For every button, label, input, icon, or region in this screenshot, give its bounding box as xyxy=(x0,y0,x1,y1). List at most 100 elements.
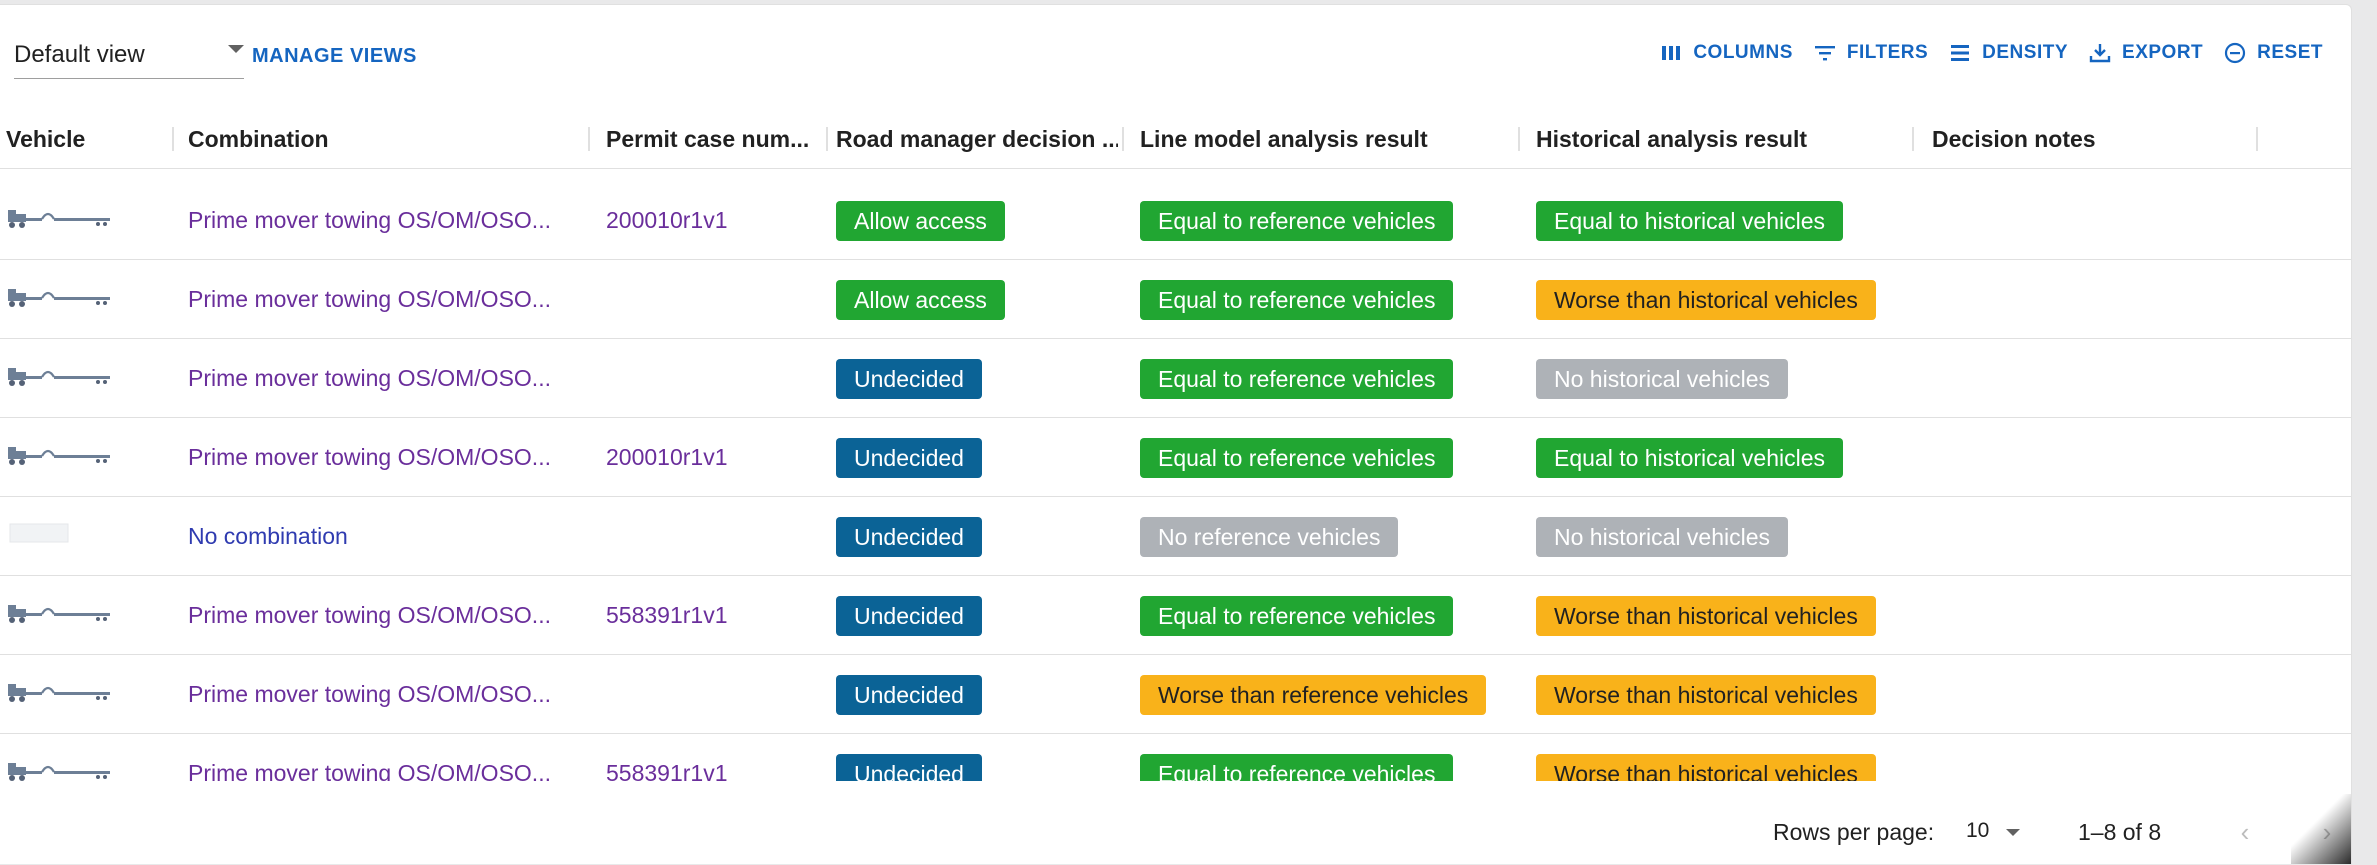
column-header-permit[interactable]: Permit case num... xyxy=(606,109,826,169)
table-row[interactable]: Prime mover towing OS/OM/OSO... 558391r1… xyxy=(0,734,2351,781)
view-select[interactable]: Default view xyxy=(14,31,244,79)
columns-label: COLUMNS xyxy=(1693,42,1793,63)
vehicle-cell xyxy=(6,576,112,655)
filters-label: FILTERS xyxy=(1846,42,1929,63)
line-model-chip: Equal to reference vehicles xyxy=(1140,437,1454,478)
historical-chip: Worse than historical vehicles xyxy=(1536,674,1876,715)
column-header-historical[interactable]: Historical analysis result xyxy=(1536,109,1906,169)
column-header-combination[interactable]: Combination xyxy=(188,109,588,169)
line-model-cell: Equal to reference vehicles xyxy=(1140,576,1454,655)
column-separator[interactable] xyxy=(1912,127,1914,151)
column-separator[interactable] xyxy=(1518,127,1520,151)
table-row[interactable]: Prime mover towing OS/OM/OSO... Undecide… xyxy=(0,655,2351,734)
export-button[interactable]: EXPORT xyxy=(2088,41,2203,65)
table-row[interactable]: Prime mover towing OS/OM/OSO... Undecide… xyxy=(0,339,2351,418)
caret-down-icon[interactable] xyxy=(2006,829,2020,836)
combination-link[interactable]: Prime mover towing OS/OM/OSO... xyxy=(188,207,551,234)
decision-cell: Allow access xyxy=(836,260,1005,339)
decision-chip: Allow access xyxy=(836,200,1005,241)
decision-chip: Undecided xyxy=(836,516,982,557)
column-header-road-manager-decision[interactable]: Road manager decision ... xyxy=(836,109,1118,169)
decision-chip: Undecided xyxy=(836,595,982,636)
combination-link[interactable]: Prime mover towing OS/OM/OSO... xyxy=(188,760,551,781)
historical-cell: Worse than historical vehicles xyxy=(1536,260,1876,339)
columns-icon xyxy=(1662,46,1681,60)
decision-chip: Undecided xyxy=(836,437,982,478)
historical-cell: Equal to historical vehicles xyxy=(1536,181,1844,260)
reset-button[interactable]: RESET xyxy=(2223,41,2323,65)
line-model-chip: No reference vehicles xyxy=(1140,516,1399,557)
column-separator[interactable] xyxy=(2256,127,2258,151)
decision-cell: Undecided xyxy=(836,734,982,781)
combination-cell: Prime mover towing OS/OM/OSO... xyxy=(188,260,551,339)
vehicle-cell xyxy=(6,260,112,339)
combination-link[interactable]: Prime mover towing OS/OM/OSO... xyxy=(188,365,551,392)
combination-link[interactable]: Prime mover towing OS/OM/OSO... xyxy=(188,602,551,629)
historical-chip: Worse than historical vehicles xyxy=(1536,753,1876,781)
column-header-vehicle[interactable]: Vehicle xyxy=(6,109,166,169)
decision-cell: Undecided xyxy=(836,497,982,576)
combination-link[interactable]: Prime mover towing OS/OM/OSO... xyxy=(188,286,551,313)
truck-trailer-icon xyxy=(6,362,112,395)
combination-cell: Prime mover towing OS/OM/OSO... xyxy=(188,734,551,781)
column-separator[interactable] xyxy=(1122,127,1124,151)
density-button[interactable]: DENSITY xyxy=(1948,41,2068,65)
line-model-cell: Equal to reference vehicles xyxy=(1140,734,1454,781)
line-model-cell: Worse than reference vehicles xyxy=(1140,655,1487,734)
combination-cell: No combination xyxy=(188,497,348,576)
toolbar-actions: COLUMNS FILTERS DENSITY EXPORT RESET xyxy=(1659,41,2323,65)
table-row[interactable]: No combination Undecided No reference ve… xyxy=(0,497,2351,576)
combination-link[interactable]: Prime mover towing OS/OM/OSO... xyxy=(188,444,551,471)
view-select-value: Default view xyxy=(14,40,145,68)
pagination-info: 1–8 of 8 xyxy=(2078,819,2162,845)
manage-views-button[interactable]: MANAGE VIEWS xyxy=(252,45,417,68)
line-model-chip: Equal to reference vehicles xyxy=(1140,358,1454,399)
line-model-chip: Equal to reference vehicles xyxy=(1140,200,1454,241)
grid-footer: Rows per page: 10 1–8 of 8 ‹ › xyxy=(0,795,2351,865)
column-separator[interactable] xyxy=(588,127,590,151)
historical-chip: Equal to historical vehicles xyxy=(1536,437,1844,478)
line-model-cell: Equal to reference vehicles xyxy=(1140,418,1454,497)
column-header-decision-notes[interactable]: Decision notes xyxy=(1932,109,2252,169)
historical-chip: Worse than historical vehicles xyxy=(1536,279,1876,320)
table-row[interactable]: Prime mover towing OS/OM/OSO... 558391r1… xyxy=(0,576,2351,655)
rows-per-page-select[interactable]: 10 xyxy=(1966,819,1989,843)
decision-cell: Undecided xyxy=(836,339,982,418)
vehicle-cell xyxy=(6,181,112,260)
line-model-chip: Worse than reference vehicles xyxy=(1140,674,1487,715)
table-row[interactable]: Prime mover towing OS/OM/OSO... 200010r1… xyxy=(0,418,2351,497)
vehicle-cell xyxy=(6,339,112,418)
export-icon xyxy=(2089,44,2111,63)
line-model-chip: Equal to reference vehicles xyxy=(1140,753,1454,781)
combination-link[interactable]: No combination xyxy=(188,523,348,550)
permit-case-link[interactable]: 200010r1v1 xyxy=(606,444,728,471)
decision-chip: Undecided xyxy=(836,674,982,715)
vehicle-cell xyxy=(6,497,112,576)
column-separator[interactable] xyxy=(826,127,828,151)
decision-chip: Undecided xyxy=(836,753,982,781)
permit-cell: 558391r1v1 xyxy=(606,576,728,655)
density-label: DENSITY xyxy=(1982,42,2069,63)
previous-page-button[interactable]: ‹ xyxy=(2230,817,2260,847)
filter-icon xyxy=(1814,46,1835,61)
permit-case-link[interactable]: 558391r1v1 xyxy=(606,760,728,781)
truck-trailer-icon xyxy=(6,204,112,237)
table-row[interactable]: Prime mover towing OS/OM/OSO... 200010r1… xyxy=(0,181,2351,260)
column-separator[interactable] xyxy=(172,127,174,151)
filters-button[interactable]: FILTERS xyxy=(1813,41,1928,65)
vehicle-cell xyxy=(6,418,112,497)
combination-cell: Prime mover towing OS/OM/OSO... xyxy=(188,181,551,260)
truck-trailer-icon xyxy=(6,678,112,711)
window-corner-shadow xyxy=(2291,794,2351,864)
combination-link[interactable]: Prime mover towing OS/OM/OSO... xyxy=(188,681,551,708)
column-header-line-model[interactable]: Line model analysis result xyxy=(1140,109,1510,169)
table-row[interactable]: Prime mover towing OS/OM/OSO... Allow ac… xyxy=(0,260,2351,339)
truck-trailer-icon xyxy=(6,599,112,632)
combination-cell: Prime mover towing OS/OM/OSO... xyxy=(188,339,551,418)
grid-body: Prime mover towing OS/OM/OSO... 200010r1… xyxy=(0,181,2351,781)
permit-case-link[interactable]: 200010r1v1 xyxy=(606,207,728,234)
permit-cell: 558391r1v1 xyxy=(606,734,728,781)
truck-trailer-icon xyxy=(6,283,112,316)
columns-button[interactable]: COLUMNS xyxy=(1659,41,1793,65)
permit-case-link[interactable]: 558391r1v1 xyxy=(606,602,728,629)
